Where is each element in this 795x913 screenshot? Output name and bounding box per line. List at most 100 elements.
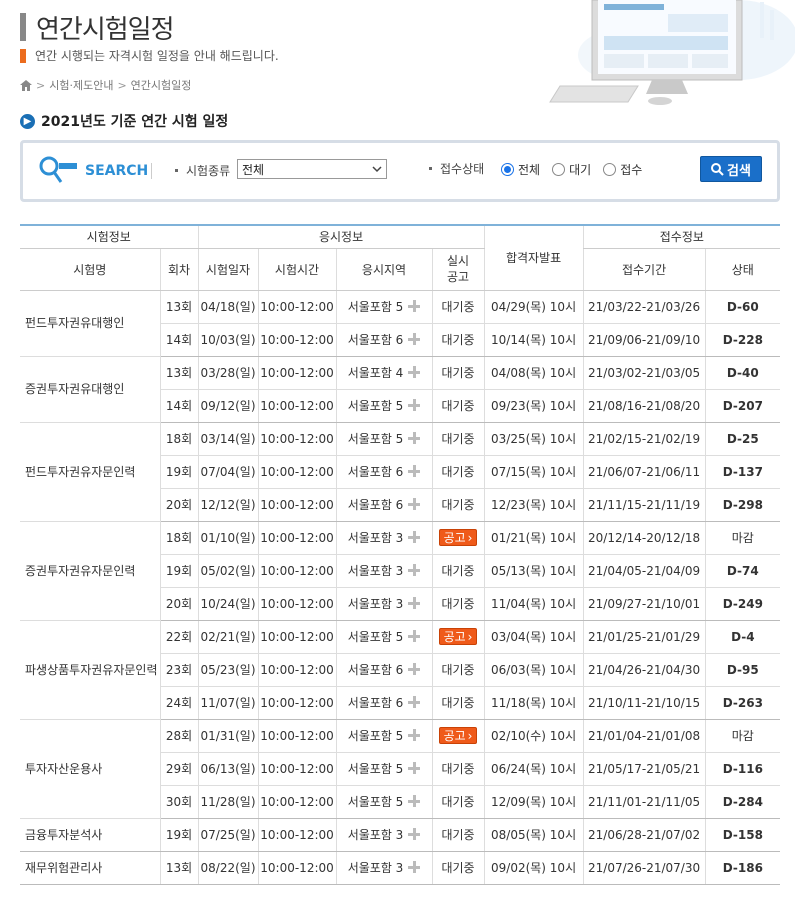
exam-name-cell: 투자자산운용사	[20, 719, 160, 819]
search-divider	[151, 163, 152, 179]
plus-icon[interactable]	[408, 663, 421, 675]
exam-date-cell: 03/28(일)	[197, 356, 259, 390]
exam-time-cell: 10:00-12:00	[257, 785, 337, 819]
notice-button[interactable]: 공고 ›	[438, 529, 478, 546]
exam-date-cell: 07/25(일)	[197, 818, 259, 852]
round-cell: 24회	[159, 686, 199, 720]
exam-date-cell: 10/03(일)	[197, 323, 259, 357]
region-text: 서울포함 5	[347, 300, 404, 314]
plus-icon[interactable]	[408, 399, 421, 411]
period-cell: 21/06/28-21/07/02	[582, 818, 706, 852]
table-row: 펀드투자권유대행인 13회 04/18(일) 10:00-12:00 서울포함 5 대기중…	[20, 290, 781, 357]
exam-date-cell: 12/12(일)	[197, 488, 259, 522]
plus-icon[interactable]	[408, 696, 421, 708]
status-radio-group: 전체 대기 접수	[501, 161, 654, 178]
notice-cell: 대기중	[431, 323, 485, 357]
plus-icon[interactable]	[408, 861, 421, 873]
notice-cell: 대기중	[431, 422, 485, 456]
exam-date-cell: 05/23(일)	[197, 653, 259, 687]
search-button-label: 검색	[727, 163, 751, 179]
notice-cell: 대기중	[431, 587, 485, 621]
plus-icon[interactable]	[408, 729, 421, 741]
table-row: 투자자산운용사 28회 01/31(일) 10:00-12:00 서울포함 5 공고 › 02…	[20, 719, 781, 819]
region-cell: 서울포함 3	[335, 851, 433, 885]
radio-button[interactable]	[501, 163, 514, 176]
plus-icon[interactable]	[408, 498, 421, 510]
plus-icon[interactable]	[408, 366, 421, 378]
plus-icon[interactable]	[408, 795, 421, 807]
header-exam-info: 시험정보	[20, 224, 199, 249]
period-cell: 21/11/15-21/11/19	[582, 488, 706, 522]
magnifier-icon	[39, 156, 77, 183]
status-badge: D-116	[704, 752, 781, 786]
chevron-right-icon: ›	[467, 530, 473, 545]
notice-cell: 대기중	[431, 356, 485, 390]
notice-button[interactable]: 공고 ›	[438, 628, 478, 645]
breadcrumb-item-exam-system[interactable]: 시험·제도안내	[49, 77, 113, 93]
header-apply-info: 응시정보	[197, 224, 485, 249]
exam-date-cell: 08/22(일)	[197, 851, 259, 885]
plus-icon[interactable]	[408, 333, 421, 345]
region-text: 서울포함 6	[347, 333, 404, 347]
region-cell: 서울포함 4	[335, 356, 433, 390]
plus-icon[interactable]	[408, 630, 421, 642]
plus-icon[interactable]	[408, 564, 421, 576]
plus-icon[interactable]	[408, 465, 421, 477]
page-title-text: 연간시험일정	[36, 14, 175, 45]
status-badge: D-137	[704, 455, 781, 489]
search-button[interactable]: 검색	[700, 156, 762, 182]
status-badge: D-284	[704, 785, 781, 819]
region-cell: 서울포함 5	[335, 422, 433, 456]
region-text: 서울포함 3	[347, 531, 404, 545]
plus-icon[interactable]	[408, 432, 421, 444]
table-row: 파생상품투자권유자문인력 22회 02/21(일) 10:00-12:00 서울포함 5…	[20, 620, 781, 720]
result-cell: 12/23(목) 10시	[483, 488, 584, 522]
notice-cell: 대기중	[431, 686, 485, 720]
breadcrumb-item-annual-schedule[interactable]: 연간시험일정	[131, 77, 192, 93]
col-exam-time: 시험시간	[257, 248, 337, 291]
plus-icon[interactable]	[408, 762, 421, 774]
exam-time-cell: 10:00-12:00	[257, 290, 337, 324]
plus-icon[interactable]	[408, 597, 421, 609]
radio-button[interactable]	[603, 163, 617, 176]
status-badge: D-158	[704, 818, 781, 852]
notice-label: 공고	[443, 531, 466, 545]
status-badge: D-74	[704, 554, 781, 588]
notice-button[interactable]: 공고 ›	[438, 727, 478, 744]
radio-status-waiting[interactable]: 대기	[552, 161, 591, 178]
radio-status-open[interactable]: 접수	[603, 161, 642, 178]
circle-arrow-right-icon: ▶	[20, 113, 35, 129]
col-round: 회차	[159, 248, 199, 291]
exam-time-cell: 10:00-12:00	[257, 554, 337, 588]
plus-icon[interactable]	[408, 531, 421, 543]
result-cell: 12/09(목) 10시	[483, 785, 584, 819]
round-cell: 19회	[159, 818, 199, 852]
result-cell: 06/24(목) 10시	[483, 752, 584, 786]
radio-status-all[interactable]: 전체	[501, 161, 540, 178]
exam-date-cell: 10/24(일)	[197, 587, 259, 621]
exam-time-cell: 10:00-12:00	[257, 521, 337, 555]
bullet-icon	[429, 167, 432, 170]
period-cell: 21/08/16-21/08/20	[582, 389, 706, 423]
period-cell: 21/09/27-21/10/01	[582, 587, 706, 621]
round-cell: 30회	[159, 785, 199, 819]
region-cell: 서울포함 5	[335, 290, 433, 324]
radio-label: 접수	[620, 163, 643, 177]
exam-date-cell: 06/13(일)	[197, 752, 259, 786]
round-cell: 13회	[159, 851, 199, 885]
col-period: 접수기간	[582, 248, 706, 291]
period-cell: 21/11/01-21/11/05	[582, 785, 706, 819]
exam-date-cell: 01/10(일)	[197, 521, 259, 555]
home-icon[interactable]	[20, 79, 32, 91]
radio-button[interactable]	[552, 163, 566, 176]
region-text: 서울포함 6	[347, 498, 404, 512]
exam-date-cell: 09/12(일)	[197, 389, 259, 423]
exam-type-select[interactable]: 전체	[237, 159, 387, 179]
region-cell: 서울포함 6	[335, 323, 433, 357]
region-text: 서울포함 6	[347, 663, 404, 677]
breadcrumb: > 시험·제도안내 > 연간시험일정	[20, 77, 191, 93]
plus-icon[interactable]	[408, 300, 421, 312]
plus-icon[interactable]	[408, 828, 421, 840]
chevron-down-icon	[372, 165, 382, 172]
exam-date-cell: 05/02(일)	[197, 554, 259, 588]
